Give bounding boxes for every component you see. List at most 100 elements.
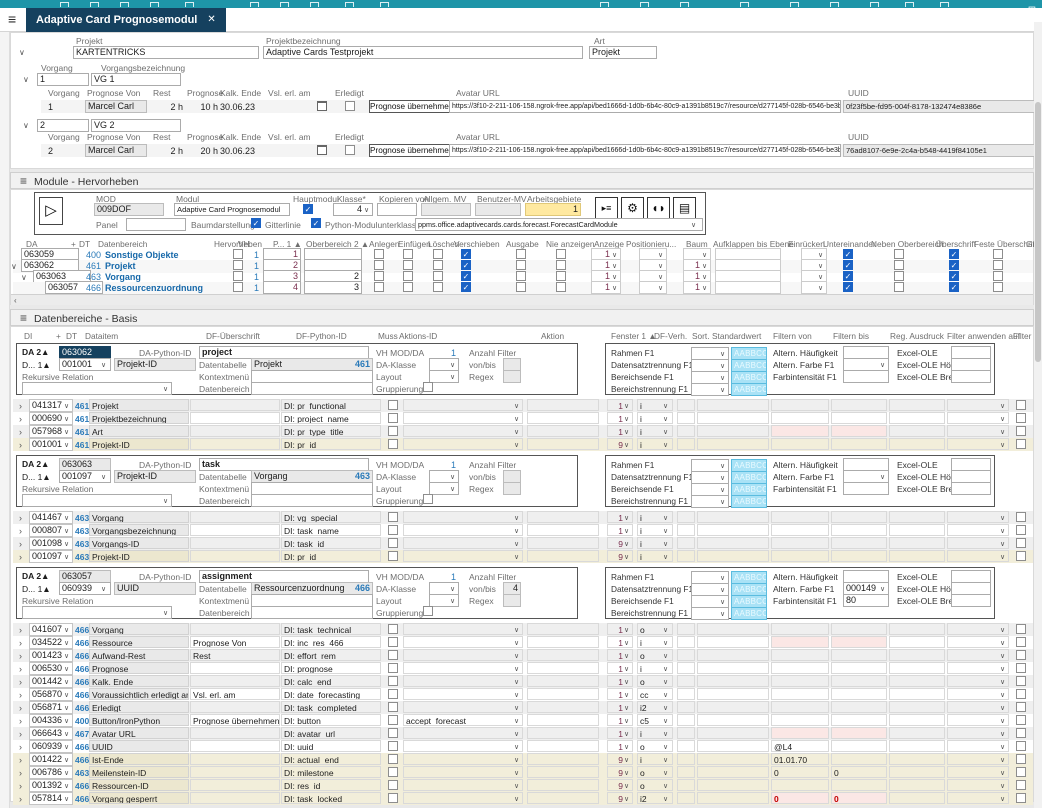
chevron-down-icon[interactable]: ∨ [64,428,69,436]
sort-cell[interactable] [677,537,695,549]
chevron-down-icon[interactable]: ∨ [720,386,725,394]
basis-col-header[interactable]: Filtern von [773,331,812,341]
einfuegen-checkbox[interactable] [403,260,413,270]
aktion-cell[interactable] [527,537,599,549]
row-expander-icon[interactable]: › [19,427,22,437]
chevron-down-icon[interactable]: ∨ [514,769,519,777]
muss-checkbox[interactable] [388,525,398,535]
sort-cell[interactable] [677,779,695,791]
reg-ausdruck-cell[interactable] [889,649,945,661]
datenbereich-link[interactable]: Vorgang [105,272,141,282]
vorgang-name-field[interactable]: VG 2 [91,119,181,132]
aktion-cell[interactable] [527,675,599,687]
vertical-scrollbar[interactable] [1034,22,1042,808]
reg-ausdruck-cell[interactable] [889,412,945,424]
aktion-cell[interactable] [527,623,599,635]
chevron-down-icon[interactable]: ∨ [514,756,519,764]
chevron-down-icon[interactable]: ∨ [624,540,629,548]
baumdarstellung-checkbox[interactable]: ✓ [251,218,261,228]
muss-checkbox[interactable] [388,538,398,548]
filtern-bis-cell[interactable] [831,550,887,562]
vorgang-name-field[interactable]: VG 1 [91,73,181,86]
filter-deak-checkbox[interactable] [1016,512,1026,522]
filter-deak-checkbox[interactable] [1016,663,1026,673]
aktions-id-cell[interactable] [403,792,523,804]
basis-col-header[interactable]: + [56,331,61,341]
aktions-id-cell[interactable] [403,701,523,713]
row-expander-icon[interactable]: › [19,755,22,765]
row-expander-icon[interactable]: › [19,552,22,562]
chevron-down-icon[interactable]: ∨ [64,626,69,634]
aktions-id-cell[interactable] [403,438,523,450]
chevron-down-icon[interactable]: ∨ [663,527,668,535]
reg-ausdruck-cell[interactable] [889,753,945,765]
standardwert-cell[interactable] [697,688,769,700]
datenbereich-field[interactable] [251,606,373,619]
chevron-down-icon[interactable]: ∨ [663,428,668,436]
chevron-down-icon[interactable]: ∨ [514,717,519,725]
chevron-down-icon[interactable]: ∨ [663,678,668,686]
chevron-down-icon[interactable]: ∨ [64,717,69,725]
tab-close-icon[interactable]: ✕ [207,8,215,32]
chevron-down-icon[interactable]: ∨ [624,743,629,751]
filter-deak-checkbox[interactable] [1016,676,1026,686]
chevron-down-icon[interactable]: ∨ [624,730,629,738]
chevron-down-icon[interactable]: ∨ [702,251,707,259]
feste-ueberschrift-checkbox[interactable] [993,249,1003,259]
chevron-down-icon[interactable]: ∨ [663,540,668,548]
da-col-header[interactable]: Untereinander [823,239,876,249]
chevron-down-icon[interactable]: ∨ [1000,717,1005,725]
chevron-down-icon[interactable]: ∨ [720,474,725,482]
erledigt-checkbox[interactable] [345,145,355,155]
chevron-down-icon[interactable]: ∨ [663,639,668,647]
aktion-cell[interactable] [527,636,599,648]
chevron-down-icon[interactable]: ∨ [514,441,519,449]
chevron-down-icon[interactable]: ∨ [663,704,668,712]
p-field[interactable]: 4 [263,281,301,294]
gruppierung-checkbox[interactable] [423,382,433,392]
aktion-cell[interactable] [527,727,599,739]
aktions-id-cell[interactable] [403,740,523,752]
filter-deak-checkbox[interactable] [1016,702,1026,712]
module-section-header[interactable]: ≡Module - Hervorheben [10,172,1034,189]
filtern-von-cell[interactable] [771,399,829,411]
ueberschrift-checkbox[interactable]: ✓ [949,282,959,292]
da-col-header[interactable]: Einfügen [398,239,431,249]
ueberschrift-checkbox[interactable]: ✓ [949,249,959,259]
options-list-icon[interactable]: ▸≡ [595,197,618,220]
reg-ausdruck-cell[interactable] [889,636,945,648]
filtern-bis-cell[interactable] [831,623,887,635]
ueberschrift-checkbox[interactable]: ✓ [949,260,959,270]
row-expander-icon[interactable]: › [19,651,22,661]
aktions-id-cell[interactable] [403,753,523,765]
sort-cell[interactable] [677,550,695,562]
filtern-bis-cell[interactable] [831,662,887,674]
muss-checkbox[interactable] [388,676,398,686]
chevron-down-icon[interactable]: ∨ [663,756,668,764]
da-col-header[interactable]: Nie anzeigen [546,239,594,249]
feste-ueberschrift-checkbox[interactable] [993,282,1003,292]
basis-section-header[interactable]: ≡Datenbereiche - Basis [10,309,1034,326]
chevron-down-icon[interactable]: ∨ [720,598,725,606]
avatar-url-field[interactable]: https://3f10-2-211-106-158.ngrok-free.ap… [449,100,841,113]
chevron-down-icon[interactable]: ∨ [450,373,455,381]
row-expander-icon[interactable]: › [19,716,22,726]
chevron-down-icon[interactable]: ∨ [624,678,629,686]
chevron-down-icon[interactable]: ∨ [514,665,519,673]
filtern-von-cell[interactable]: 0 [771,766,829,778]
chevron-down-icon[interactable]: ∨ [612,262,617,270]
chevron-down-icon[interactable]: ∨ [514,626,519,634]
da-expander-icon[interactable]: ∨ [11,262,17,271]
filtern-bis-cell[interactable] [831,537,887,549]
filtern-bis-cell[interactable] [831,753,887,765]
panel-field[interactable] [126,218,186,231]
muss-checkbox[interactable] [388,702,398,712]
reg-ausdruck-cell[interactable] [889,740,945,752]
muss-checkbox[interactable] [388,551,398,561]
aktions-id-cell[interactable] [403,511,523,523]
verschieben-checkbox[interactable]: ✓ [461,282,471,292]
filter-deak-checkbox[interactable] [1016,624,1026,634]
chevron-down-icon[interactable]: ∨ [64,756,69,764]
chevron-down-icon[interactable]: ∨ [624,691,629,699]
chevron-down-icon[interactable]: ∨ [663,665,668,673]
